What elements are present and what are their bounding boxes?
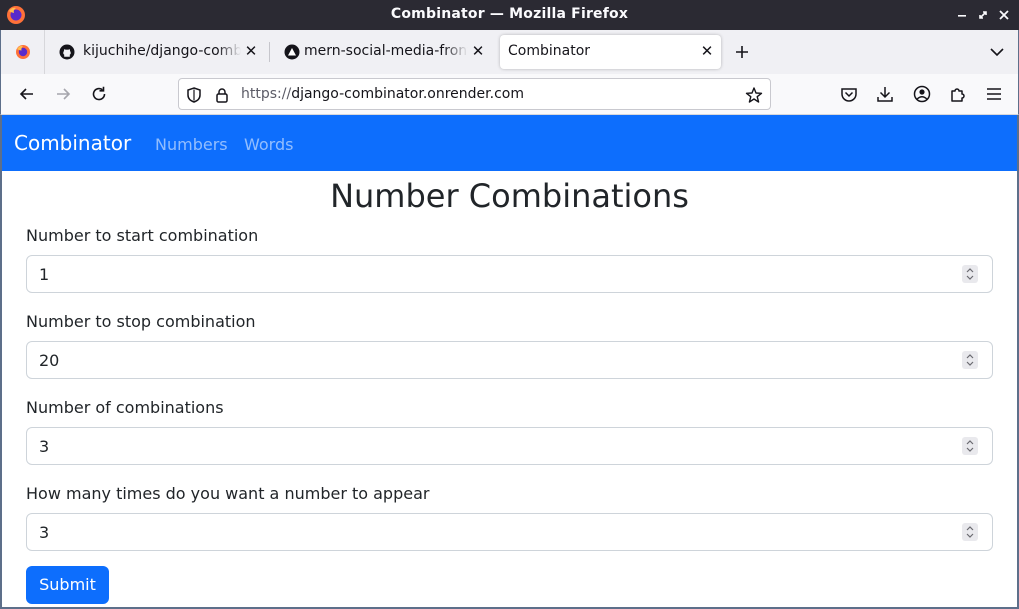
navigation-toolbar: https://django-combinator.onrender.com (0, 74, 1019, 115)
start-number-label: Number to start combination (26, 226, 259, 245)
number-spinner-icon[interactable] (962, 265, 978, 283)
close-tab-icon[interactable]: ✕ (243, 43, 259, 59)
tab-label: kijuchihe/django-combinator (83, 43, 241, 59)
pocket-icon[interactable] (839, 84, 859, 104)
close-tab-icon[interactable]: ✕ (699, 43, 715, 59)
lock-icon[interactable] (213, 86, 231, 104)
tab-github[interactable]: kijuchihe/django-combinator ✕ (49, 35, 265, 69)
number-spinner-icon[interactable] (962, 437, 978, 455)
window-title: Combinator — Mozilla Firefox (390, 6, 629, 22)
stop-number-label: Number to stop combination (26, 312, 256, 331)
nav-link-words[interactable]: Words (244, 135, 293, 154)
input-value: 20 (39, 351, 60, 370)
start-number-input[interactable]: 1 (26, 255, 993, 293)
appearance-count-input[interactable]: 3 (26, 513, 993, 551)
bookmark-star-icon[interactable] (745, 86, 763, 104)
appearance-count-label: How many times do you want a number to a… (26, 484, 430, 503)
nav-link-numbers[interactable]: Numbers (155, 135, 228, 154)
page-title: Number Combinations (330, 177, 689, 215)
reload-icon[interactable] (89, 84, 109, 104)
page-content: Combinator Numbers Words Number Combinat… (0, 115, 1019, 609)
url-scheme: https:// (241, 86, 292, 102)
tab-separator (269, 42, 270, 62)
close-window-icon[interactable] (996, 7, 1012, 23)
address-bar[interactable]: https://django-combinator.onrender.com (178, 78, 771, 110)
input-value: 1 (39, 265, 50, 284)
stop-number-input[interactable]: 20 (26, 341, 993, 379)
site-navbar: Combinator Numbers Words (2, 115, 1017, 171)
downloads-icon[interactable] (875, 84, 895, 104)
combinations-count-label: Number of combinations (26, 398, 224, 417)
forward-icon[interactable] (53, 84, 73, 104)
tab-vercel[interactable]: mern-social-media-frontend ✕ (274, 35, 492, 69)
submit-button[interactable]: Submit (26, 566, 109, 604)
input-value: 3 (39, 523, 50, 542)
window-titlebar: Combinator — Mozilla Firefox (0, 0, 1019, 30)
tab-label: Combinator (508, 43, 591, 59)
tab-strip: kijuchihe/django-combinator ✕ mern-socia… (0, 30, 1019, 74)
extensions-icon[interactable] (948, 84, 968, 104)
number-spinner-icon[interactable] (962, 351, 978, 369)
vercel-icon (284, 44, 300, 60)
site-brand-link[interactable]: Combinator (14, 131, 131, 155)
back-icon[interactable] (17, 84, 37, 104)
tracking-protection-shield-icon[interactable] (185, 86, 203, 104)
url-host: django-combinator.onrender.com (291, 86, 524, 102)
github-icon (59, 44, 75, 60)
firefox-view-icon (16, 45, 30, 59)
url-text[interactable]: https://django-combinator.onrender.com (241, 86, 524, 102)
minimize-icon[interactable] (954, 7, 970, 23)
number-spinner-icon[interactable] (962, 523, 978, 541)
combinations-count-input[interactable]: 3 (26, 427, 993, 465)
tab-combinator[interactable]: Combinator ✕ (500, 35, 721, 69)
tab-label: mern-social-media-frontend (304, 43, 468, 59)
restore-icon[interactable] (975, 7, 991, 23)
firefox-view-button[interactable] (2, 30, 45, 74)
list-all-tabs-icon[interactable] (988, 44, 1006, 60)
account-icon[interactable] (912, 84, 932, 104)
close-tab-icon[interactable]: ✕ (470, 43, 486, 59)
new-tab-icon[interactable] (732, 42, 752, 62)
hamburger-menu-icon[interactable] (984, 84, 1004, 104)
input-value: 3 (39, 437, 50, 456)
